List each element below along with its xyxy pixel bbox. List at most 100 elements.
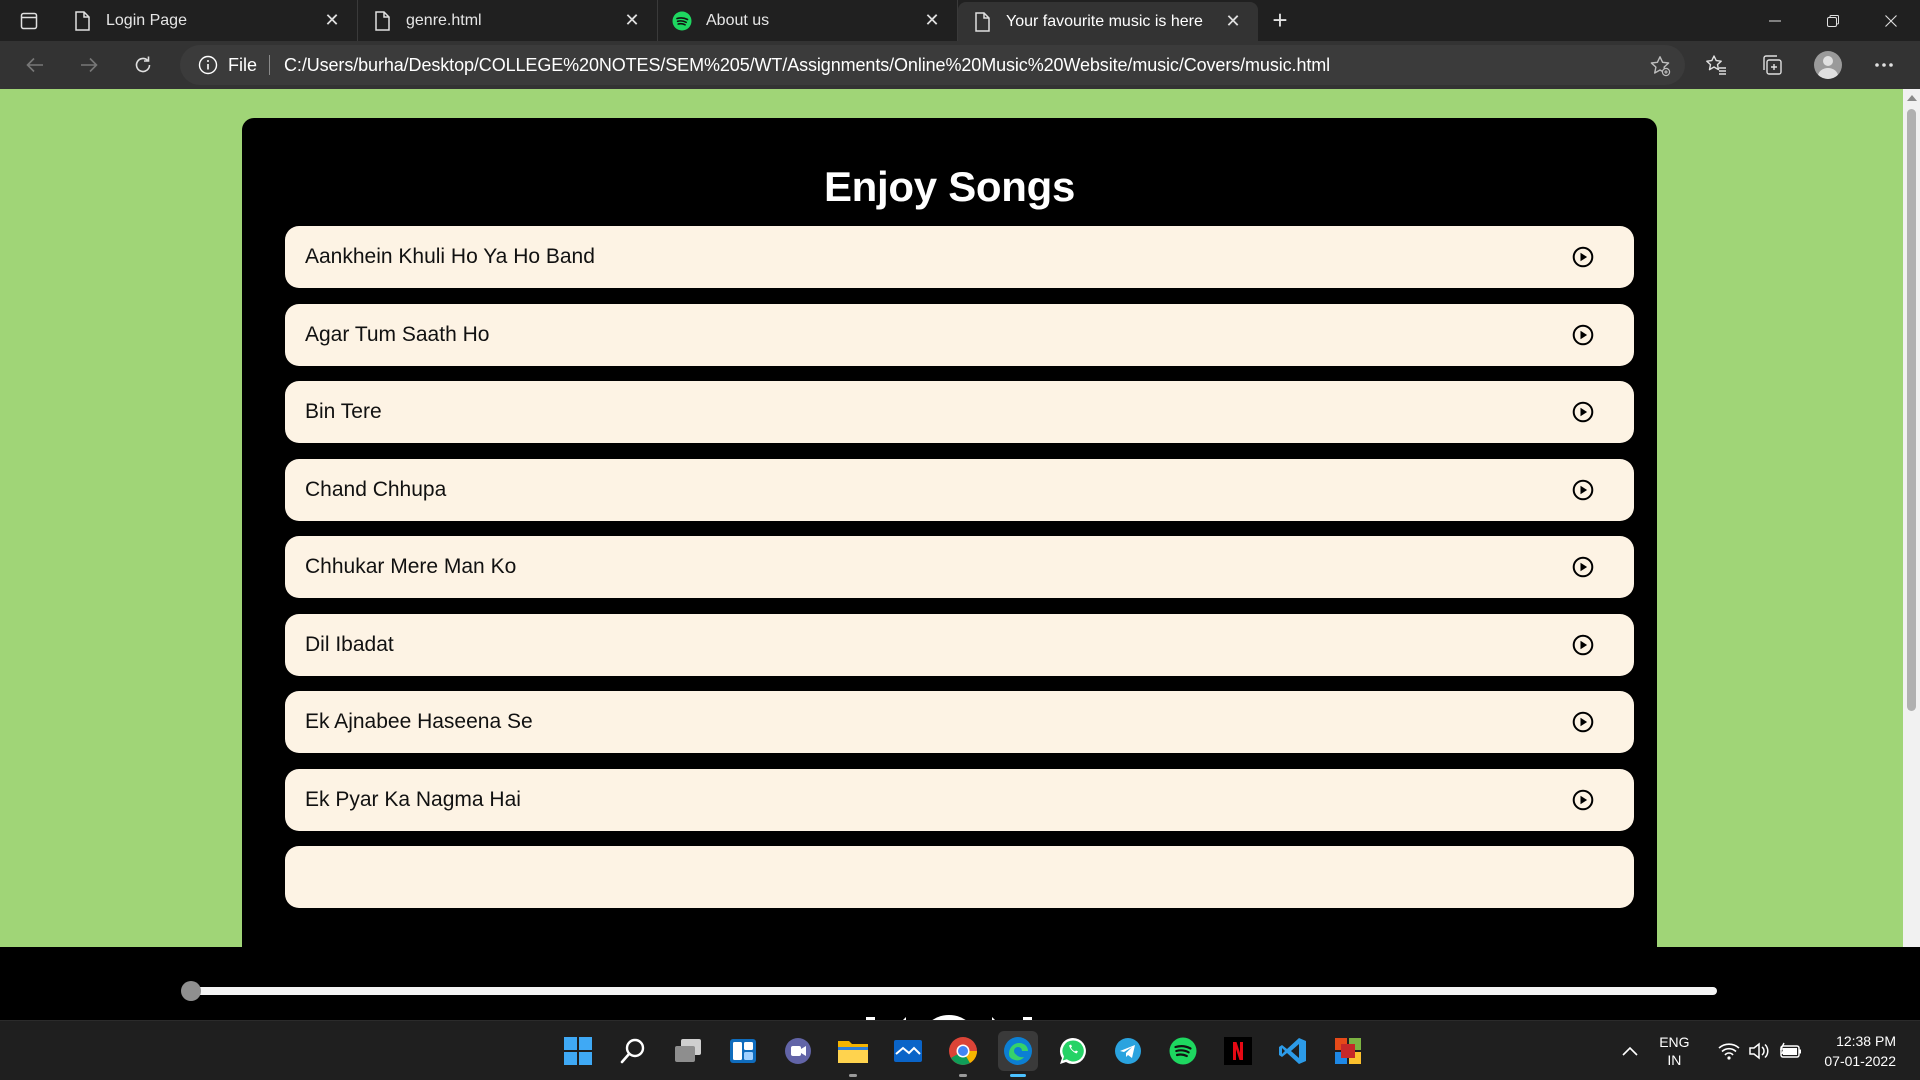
tab-your-favourite-music[interactable]: Your favourite music is here ✕	[958, 2, 1258, 41]
restore-button[interactable]	[1804, 0, 1862, 41]
avatar	[1814, 51, 1842, 79]
close-window-button[interactable]	[1862, 0, 1920, 41]
new-tab-button[interactable]: +	[1258, 0, 1302, 41]
battery-charging-icon	[1780, 1042, 1802, 1058]
telegram-button[interactable]	[1108, 1031, 1148, 1071]
tab-login-page[interactable]: Login Page ✕	[58, 0, 358, 41]
play-icon[interactable]	[1572, 634, 1594, 656]
language-code: ENG	[1659, 1034, 1690, 1050]
song-item[interactable]: Chhukar Mere Man Ko	[285, 536, 1634, 598]
spotify-icon	[672, 11, 692, 31]
refresh-icon	[135, 56, 151, 73]
song-item[interactable]: Dil Ibadat	[285, 613, 1634, 676]
profile-button[interactable]	[1800, 41, 1856, 89]
song-item[interactable]: Chand Chhupa	[285, 458, 1634, 521]
tab-genre[interactable]: genre.html ✕	[358, 0, 658, 41]
spotify-button[interactable]	[1163, 1031, 1203, 1071]
play-icon[interactable]	[1572, 324, 1594, 346]
song-item[interactable]: Aankhein Khuli Ho Ya Ho Band	[285, 226, 1634, 288]
back-button[interactable]	[8, 41, 62, 89]
edge-button[interactable]	[998, 1031, 1038, 1077]
scrollbar-thumb[interactable]	[1907, 109, 1916, 711]
forward-button[interactable]	[62, 41, 116, 89]
running-indicator	[849, 1074, 857, 1077]
more-icon	[1875, 63, 1893, 67]
close-icon[interactable]: ✕	[621, 10, 643, 32]
quick-settings-button[interactable]	[1718, 1042, 1802, 1060]
scroll-up-icon[interactable]	[1907, 95, 1917, 101]
restore-icon	[1827, 14, 1839, 27]
edge-icon	[1004, 1037, 1032, 1065]
office-button[interactable]	[1328, 1031, 1368, 1071]
progress-handle[interactable]	[181, 981, 201, 1001]
minimize-icon	[1769, 20, 1781, 21]
song-list-panel: Enjoy Songs Aankhein Khuli Ho Ya Ho Band…	[242, 118, 1657, 978]
language-indicator[interactable]: ENG IN	[1650, 1033, 1698, 1069]
tab-actions-button[interactable]	[0, 0, 58, 41]
tab-title: Login Page	[106, 11, 187, 29]
close-icon	[1885, 14, 1897, 27]
play-icon[interactable]	[1572, 246, 1594, 268]
refresh-button[interactable]	[116, 41, 170, 89]
close-icon[interactable]: ✕	[321, 10, 343, 32]
play-icon[interactable]	[1572, 711, 1594, 733]
teams-chat-button[interactable]	[778, 1031, 818, 1071]
tab-title: genre.html	[406, 11, 482, 29]
play-icon[interactable]	[1572, 479, 1594, 501]
song-list: Aankhein Khuli Ho Ya Ho Band Agar Tum Sa…	[285, 226, 1634, 924]
file-explorer-button[interactable]	[833, 1031, 873, 1077]
whatsapp-icon	[1059, 1037, 1086, 1064]
browser-toolbar: File C:/Users/burha/Desktop/COLLEGE%20NO…	[0, 41, 1920, 89]
song-item[interactable]: Bin Tere	[285, 381, 1634, 443]
back-arrow-icon	[26, 57, 43, 73]
music-player-bar	[0, 947, 1920, 1020]
close-icon[interactable]: ✕	[1222, 11, 1244, 33]
song-title: Chhukar Mere Man Ko	[305, 555, 517, 578]
add-favorite-icon[interactable]	[1649, 55, 1671, 77]
song-item-partial[interactable]	[285, 846, 1634, 908]
song-item[interactable]: Ek Pyar Ka Nagma Hai	[285, 768, 1634, 831]
tab-about-us[interactable]: About us ✕	[658, 0, 958, 41]
widgets-button[interactable]	[723, 1031, 763, 1071]
minimize-button[interactable]	[1746, 0, 1804, 41]
page-icon	[972, 11, 992, 32]
forward-arrow-icon	[81, 57, 98, 73]
taskbar-apps	[558, 1031, 1368, 1077]
running-indicator	[1010, 1074, 1026, 1077]
collections-button[interactable]	[1744, 41, 1800, 89]
chevron-up-icon	[1622, 1046, 1638, 1056]
favorites-button[interactable]	[1688, 41, 1744, 89]
netflix-button[interactable]	[1218, 1031, 1258, 1071]
favorites-icon	[1706, 55, 1726, 75]
song-item[interactable]: Ek Ajnabee Haseena Se	[285, 691, 1634, 753]
whatsapp-button[interactable]	[1053, 1031, 1093, 1071]
mail-button[interactable]	[888, 1031, 928, 1071]
task-view-button[interactable]	[668, 1031, 708, 1071]
show-hidden-icons-button[interactable]	[1610, 1046, 1650, 1056]
progress-bar[interactable]	[190, 987, 1717, 995]
search-button[interactable]	[613, 1031, 653, 1071]
tab-title: Your favourite music is here	[1006, 12, 1203, 30]
url-text[interactable]: C:/Users/burha/Desktop/COLLEGE%20NOTES/S…	[284, 55, 1330, 76]
song-title: Dil Ibadat	[305, 632, 394, 656]
song-title: Agar Tum Saath Ho	[305, 322, 490, 346]
collections-icon	[1763, 55, 1782, 75]
chrome-button[interactable]	[943, 1031, 983, 1077]
start-button[interactable]	[558, 1031, 598, 1071]
address-bar[interactable]: File C:/Users/burha/Desktop/COLLEGE%20NO…	[180, 45, 1685, 85]
toolbar-right	[1688, 41, 1920, 89]
page-scrollbar[interactable]	[1903, 89, 1920, 1020]
teams-chat-icon	[785, 1038, 811, 1064]
play-icon[interactable]	[1572, 556, 1594, 578]
widgets-icon	[730, 1039, 756, 1063]
file-explorer-icon	[838, 1041, 868, 1063]
windows-taskbar: ENG IN 12:38 PM 07-01-2022	[0, 1020, 1920, 1080]
play-icon[interactable]	[1572, 401, 1594, 423]
close-icon[interactable]: ✕	[921, 10, 943, 32]
clock[interactable]: 12:38 PM 07-01-2022	[1824, 1031, 1896, 1071]
song-item[interactable]: Agar Tum Saath Ho	[285, 303, 1634, 366]
vscode-button[interactable]	[1273, 1031, 1313, 1071]
play-icon[interactable]	[1572, 789, 1594, 811]
info-icon[interactable]	[198, 55, 218, 75]
settings-more-button[interactable]	[1856, 41, 1912, 89]
